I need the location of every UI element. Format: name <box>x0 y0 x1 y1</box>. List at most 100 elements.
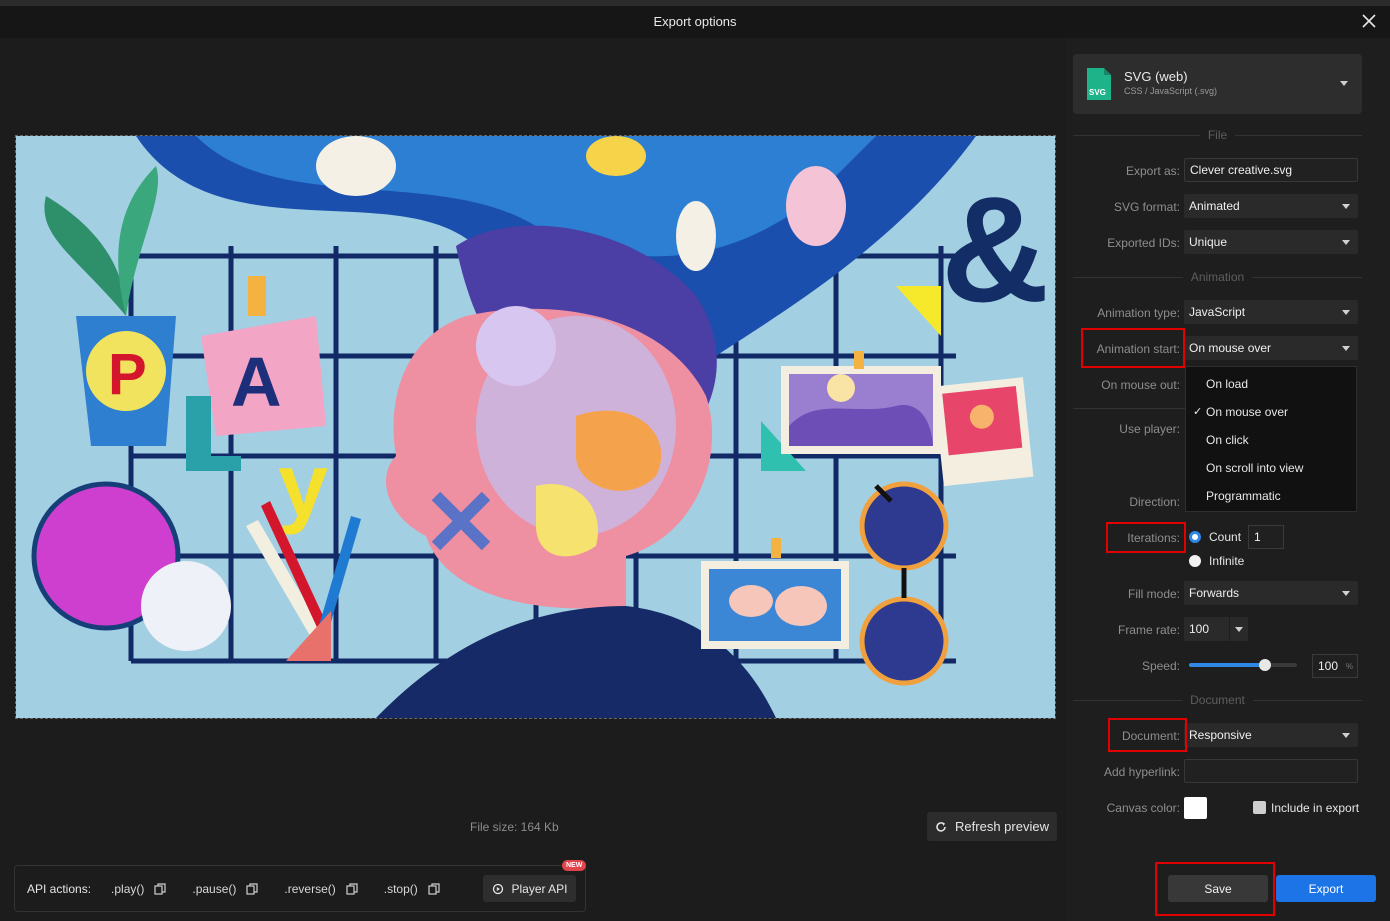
dialog-title: Export options <box>653 14 737 29</box>
api-actions-label: API actions: <box>27 881 92 896</box>
title-bar: Export options <box>0 6 1390 38</box>
fill-mode-select[interactable]: Forwards <box>1184 581 1358 605</box>
document-select[interactable]: Responsive <box>1184 723 1358 747</box>
highlight-iterations <box>1106 522 1186 553</box>
highlight-document <box>1108 718 1187 752</box>
format-selector[interactable]: SVG SVG (web) CSS / JavaScript (.svg) <box>1073 54 1362 114</box>
format-subtitle: CSS / JavaScript (.svg) <box>1124 86 1218 96</box>
option-on-mouse-over-label: On mouse over <box>1206 405 1289 419</box>
close-icon[interactable] <box>1360 12 1378 30</box>
chevron-down-icon <box>1342 310 1350 315</box>
api-stop-action[interactable]: .stop() <box>384 882 440 896</box>
speed-slider-handle[interactable] <box>1258 659 1271 671</box>
frame-rate-dropdown-button[interactable] <box>1229 617 1248 641</box>
frame-rate-value: 100 <box>1189 622 1210 636</box>
copy-icon[interactable] <box>154 882 166 895</box>
copy-icon[interactable] <box>246 882 259 895</box>
copy-icon[interactable] <box>346 882 358 895</box>
animation-start-value: On mouse over <box>1189 341 1272 355</box>
chevron-down-icon <box>1342 591 1350 596</box>
speed-slider-fill <box>1189 663 1265 667</box>
export-button[interactable]: Export <box>1276 875 1376 902</box>
count-radio[interactable] <box>1189 531 1201 543</box>
svg-text:&: & <box>941 165 1049 333</box>
animation-start-select[interactable]: On mouse over <box>1184 336 1358 360</box>
option-on-scroll-into-view[interactable]: On scroll into view <box>1206 461 1303 475</box>
canvas-color-swatch[interactable] <box>1184 797 1207 819</box>
count-input[interactable]: 1 <box>1248 525 1284 549</box>
chevron-down-icon <box>1342 240 1350 245</box>
svg-format-select[interactable]: Animated <box>1184 194 1358 218</box>
add-hyperlink-label: Add hyperlink: <box>1103 765 1180 779</box>
speed-input[interactable]: 100 % <box>1312 654 1358 678</box>
highlight-save <box>1155 862 1275 916</box>
option-on-click[interactable]: On click <box>1206 433 1249 447</box>
svg-format-value: Animated <box>1189 199 1240 213</box>
api-play-label: .play() <box>111 881 145 896</box>
file-size-text: File size: 164 Kb <box>470 820 559 834</box>
format-name: SVG (web) <box>1124 69 1188 84</box>
copy-icon[interactable] <box>428 882 440 895</box>
checkmark-icon: ✓ <box>1193 406 1203 418</box>
speed-value: 100 <box>1318 659 1339 673</box>
export-as-label: Export as: <box>1125 164 1180 178</box>
refresh-icon <box>936 821 946 832</box>
api-pause-action[interactable]: .pause() <box>192 881 259 896</box>
refresh-preview-button[interactable]: Refresh preview <box>927 812 1057 841</box>
export-as-input[interactable]: Clever creative.svg <box>1184 158 1358 182</box>
api-reverse-label: .reverse() <box>284 881 336 896</box>
hyperlink-input[interactable] <box>1184 759 1358 783</box>
refresh-preview-label: Refresh preview <box>955 819 1049 834</box>
fill-mode-value: Forwards <box>1189 586 1240 600</box>
chevron-down-icon <box>1342 733 1350 738</box>
canvas-color-label: Canvas color: <box>1106 801 1180 815</box>
section-animation: Animation <box>1073 270 1362 284</box>
animation-type-select[interactable]: JavaScript <box>1184 300 1358 324</box>
document-value: Responsive <box>1189 728 1252 742</box>
option-on-load[interactable]: On load <box>1206 377 1248 391</box>
svg-text:y: y <box>278 436 328 536</box>
svg-file-icon: SVG <box>1087 68 1111 100</box>
api-stop-label: .stop() <box>383 881 418 896</box>
option-programmatic[interactable]: Programmatic <box>1206 489 1281 503</box>
animation-type-value: JavaScript <box>1189 305 1246 319</box>
exported-ids-value: Unique <box>1189 235 1228 249</box>
chevron-down-icon <box>1342 346 1350 351</box>
svg-format-label: SVG format: <box>1113 200 1180 214</box>
api-pause-label: .pause() <box>192 881 237 896</box>
infinite-radio[interactable] <box>1189 555 1201 567</box>
exported-ids-select[interactable]: Unique <box>1184 230 1358 254</box>
include-in-export-checkbox[interactable] <box>1253 801 1266 814</box>
include-in-export-label: Include in export <box>1271 801 1360 815</box>
api-play-action[interactable]: .play() <box>111 882 166 896</box>
count-label: Count <box>1209 530 1242 544</box>
chevron-down-icon <box>1342 204 1350 209</box>
chevron-down-icon <box>1340 81 1348 86</box>
section-document: Document <box>1073 693 1362 707</box>
artwork-illustration: P A y & <box>16 136 1055 718</box>
speed-label: Speed: <box>1141 659 1180 673</box>
gear-icon <box>493 883 504 894</box>
speed-unit: % <box>1345 662 1353 671</box>
exported-ids-label: Exported IDs: <box>1107 236 1180 250</box>
divider <box>1073 401 1185 415</box>
section-file: File <box>1073 128 1362 142</box>
player-api-label: Player API <box>511 881 568 896</box>
highlight-animation-start <box>1081 328 1185 368</box>
section-document-title: Document <box>1182 693 1253 707</box>
section-animation-title: Animation <box>1182 270 1253 284</box>
use-player-label: Use player: <box>1119 422 1180 436</box>
animation-start-dropdown: On load ✓ On mouse over On click On scro… <box>1185 366 1357 512</box>
direction-label: Direction: <box>1129 495 1180 509</box>
animation-type-label: Animation type: <box>1097 306 1180 320</box>
player-api-button[interactable]: Player API <box>483 875 576 902</box>
frame-rate-select[interactable]: 100 <box>1184 617 1248 641</box>
speed-slider[interactable] <box>1189 659 1297 671</box>
api-reverse-action[interactable]: .reverse() <box>284 881 358 896</box>
api-actions-bar: API actions: .play() .pause() .reverse()… <box>14 860 587 912</box>
section-file-title: File <box>1199 128 1236 142</box>
chevron-down-icon <box>1235 627 1243 632</box>
svg-text:SVG: SVG <box>1089 88 1106 97</box>
preview-canvas: P A y & <box>15 135 1056 719</box>
option-on-mouse-over[interactable]: ✓ On mouse over <box>1193 405 1289 419</box>
